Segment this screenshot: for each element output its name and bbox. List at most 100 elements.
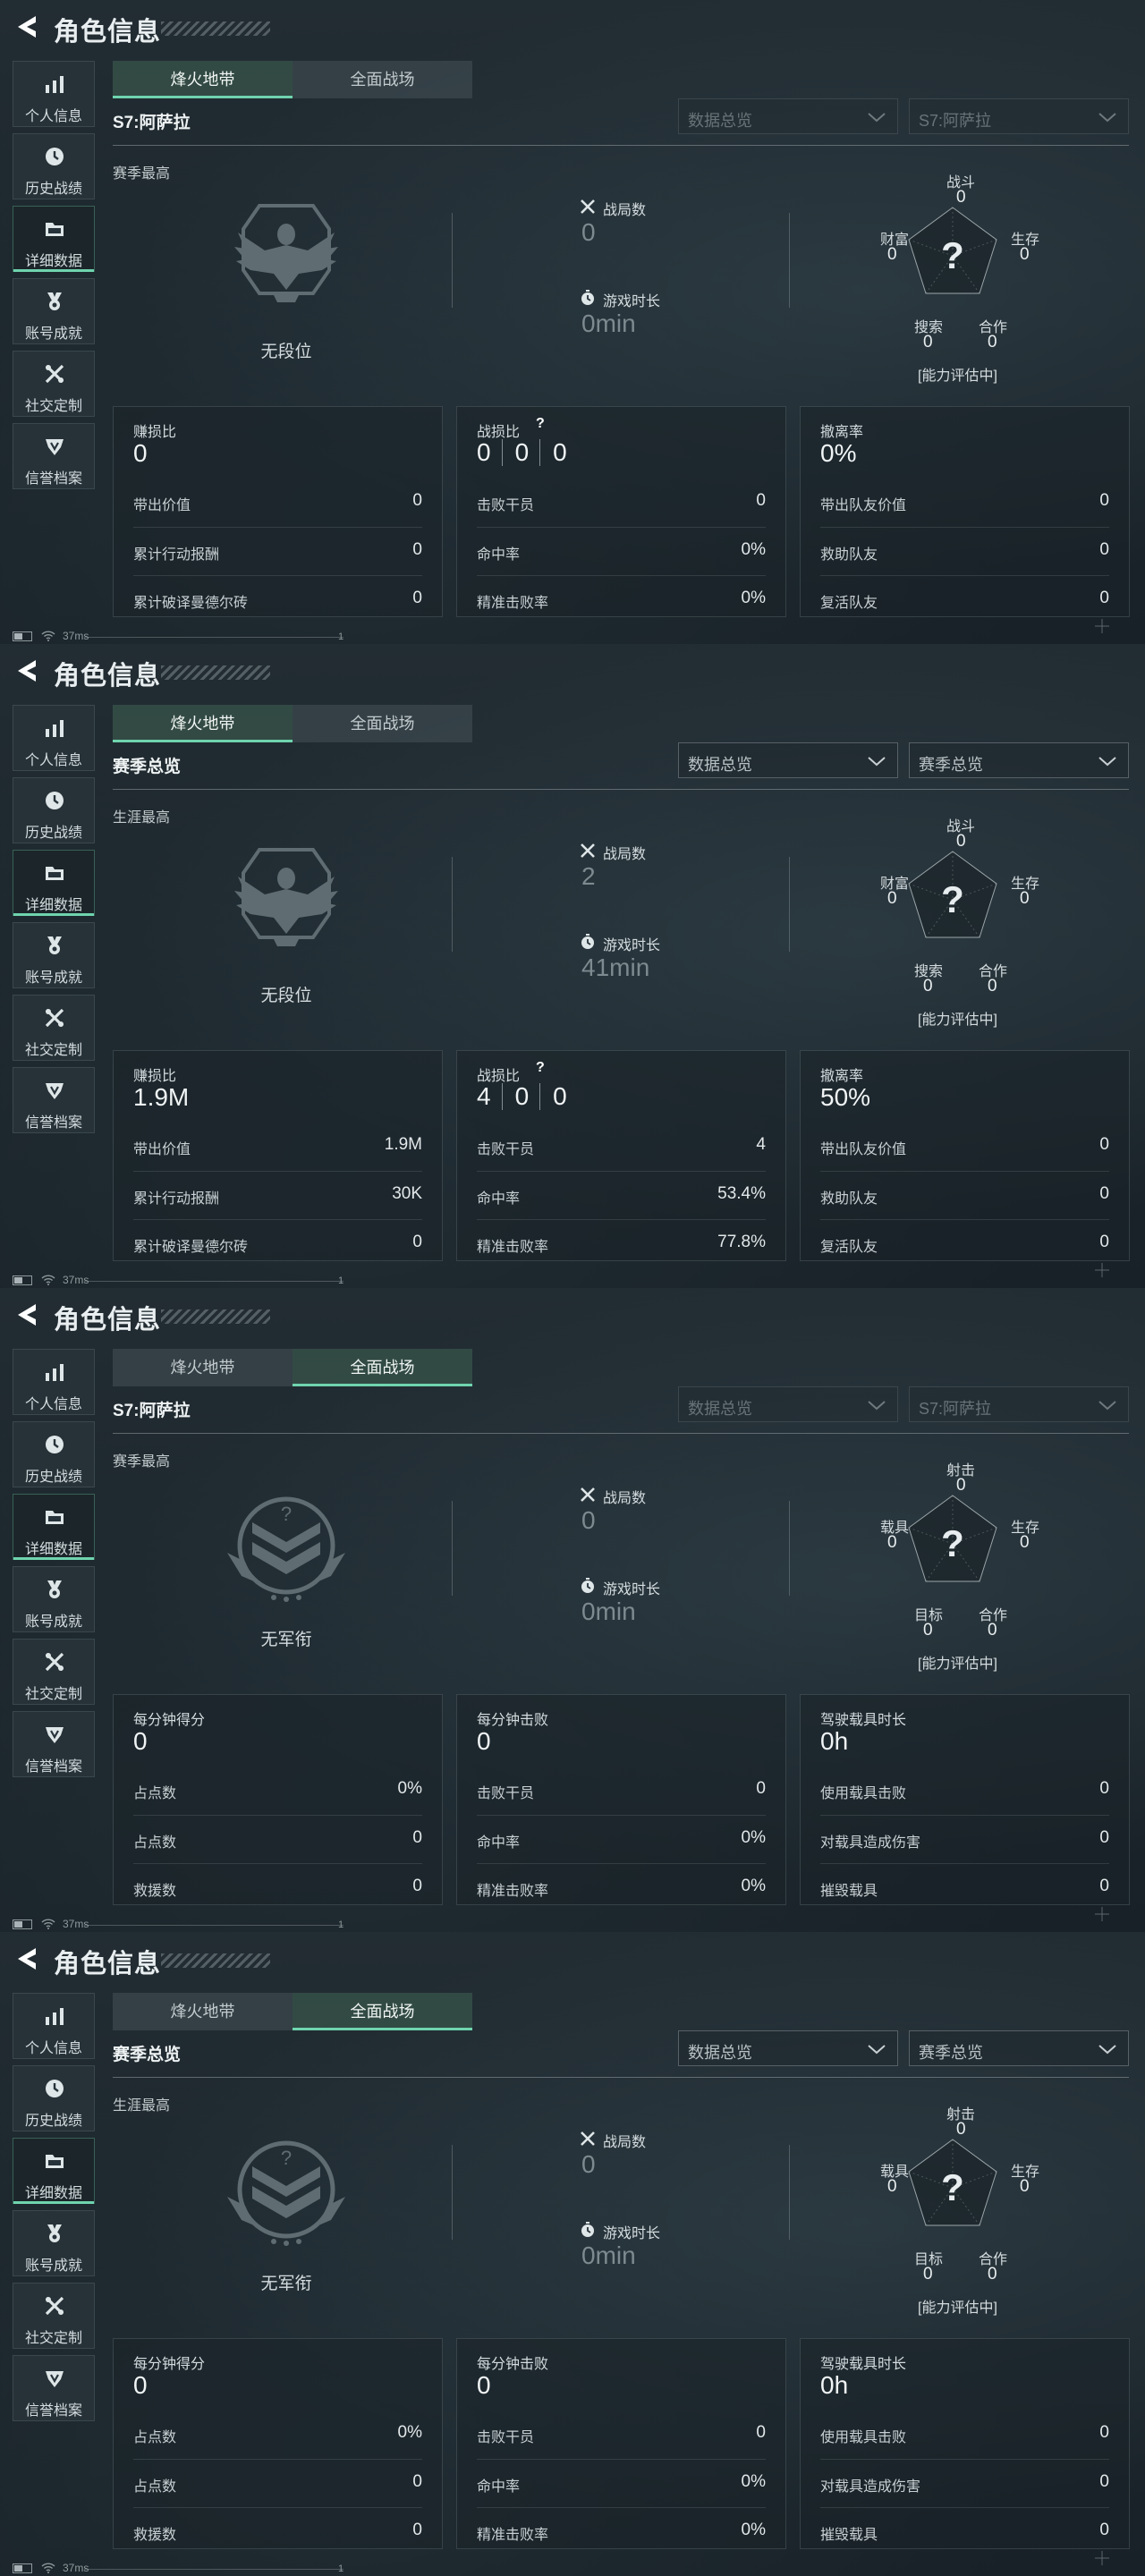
- card-title: 每分钟击败: [477, 2357, 549, 2372]
- help-icon[interactable]: ?: [536, 1060, 545, 1076]
- stat-card: 每分钟得分 0 占点数 0% 占点数 0 救援数 0: [113, 1694, 443, 1905]
- sidebar-item-4[interactable]: 社交定制: [13, 351, 95, 417]
- role-info-panel: 角色信息 个人信息 历史战绩 详细数据 账号成就 社交定制 信誉档案 烽火地带 …: [0, 1932, 1145, 2576]
- tab-1[interactable]: 全面战场: [293, 705, 472, 742]
- header: 角色信息: [0, 644, 1145, 701]
- stat-row-value: 0: [1099, 2472, 1109, 2491]
- sidebar-item-3[interactable]: 账号成就: [13, 278, 95, 344]
- chevron-down-icon: [867, 1398, 886, 1412]
- bar-chart-icon: [43, 2004, 66, 2028]
- season-select[interactable]: S7:阿萨拉: [909, 1386, 1129, 1422]
- radar-value-left: 0: [887, 245, 897, 264]
- card-main-value: 0: [133, 1727, 148, 1755]
- wifi-icon: [41, 1275, 55, 1285]
- radar-value-bottom-right: 0: [988, 977, 997, 996]
- sidebar-item-0[interactable]: 个人信息: [13, 705, 95, 771]
- folder-icon: [43, 1505, 66, 1529]
- pentagon-chart: ?: [908, 207, 997, 294]
- sidebar-item-0[interactable]: 个人信息: [13, 1993, 95, 2059]
- radar-status: [能力评估中]: [918, 2301, 997, 2316]
- sidebar-item-0[interactable]: 个人信息: [13, 61, 95, 127]
- sidebar-item-1[interactable]: 历史战绩: [13, 777, 95, 843]
- sidebar-item-3[interactable]: 账号成就: [13, 1566, 95, 1632]
- sidebar-item-4[interactable]: 社交定制: [13, 2283, 95, 2349]
- chevron-down-icon: [867, 110, 886, 124]
- data-type-select[interactable]: 数据总览: [678, 2030, 898, 2066]
- stat-row-label: 命中率: [477, 1835, 521, 1851]
- season-select[interactable]: S7:阿萨拉: [909, 98, 1129, 134]
- tab-1[interactable]: 全面战场: [293, 1993, 472, 2030]
- back-arrow-icon[interactable]: [13, 1301, 41, 1329]
- svg-text:?: ?: [941, 2166, 964, 2208]
- stat-row: 使用载具击败 0: [820, 1767, 1109, 1815]
- best-label: 赛季最高: [113, 1454, 171, 1470]
- matches-label: 战局数: [603, 203, 647, 218]
- best-label: 生涯最高: [113, 810, 171, 826]
- status-divider: [84, 1925, 344, 1926]
- ability-radar: ? 射击 0 载具 0 生存 0 目标 0 合作 0 [能力评估中]: [859, 2100, 1064, 2316]
- data-type-select[interactable]: 数据总览: [678, 98, 898, 134]
- back-arrow-icon[interactable]: [13, 13, 41, 41]
- stat-row-label: 精准击败率: [477, 2528, 549, 2543]
- data-type-select[interactable]: 数据总览: [678, 1386, 898, 1422]
- plus-icon: [1093, 1261, 1111, 1279]
- select-value: 赛季总览: [919, 2044, 983, 2062]
- sidebar-item-3[interactable]: 账号成就: [13, 2210, 95, 2276]
- data-type-select[interactable]: 数据总览: [678, 742, 898, 778]
- stopwatch-icon: [580, 934, 596, 950]
- season-select[interactable]: 赛季总览: [909, 2030, 1129, 2066]
- divider: [113, 789, 1129, 790]
- tab-1[interactable]: 全面战场: [293, 61, 472, 98]
- stat-row-label: 使用载具击败: [820, 2430, 907, 2445]
- tab-1[interactable]: 全面战场: [293, 1349, 472, 1386]
- stat-row: 占点数 0%: [133, 1767, 422, 1815]
- tab-0[interactable]: 烽火地带: [113, 1993, 293, 2030]
- eagle-rank-emblem-icon: [215, 199, 358, 324]
- radar-status: [能力评估中]: [918, 369, 997, 384]
- sidebar-item-2[interactable]: 详细数据: [13, 206, 95, 272]
- card-title: 撤离率: [820, 1069, 864, 1084]
- sidebar: 个人信息 历史战绩 详细数据 账号成就 社交定制 信誉档案: [13, 1349, 95, 1784]
- sidebar-item-3[interactable]: 账号成就: [13, 922, 95, 988]
- header: 角色信息: [0, 1288, 1145, 1345]
- sidebar-item-label: 详细数据: [24, 254, 82, 269]
- chevron-down-icon: [1098, 2042, 1117, 2056]
- sidebar-item-2[interactable]: 详细数据: [13, 1494, 95, 1560]
- sidebar-item-2[interactable]: 详细数据: [13, 2138, 95, 2204]
- sidebar-item-1[interactable]: 历史战绩: [13, 1421, 95, 1487]
- chevron-down-icon: [1098, 110, 1117, 124]
- tab-0[interactable]: 烽火地带: [113, 705, 293, 742]
- card-title: 每分钟击败: [477, 1713, 549, 1728]
- matches-value: 2: [581, 862, 596, 890]
- sidebar-item-5[interactable]: 信誉档案: [13, 1067, 95, 1133]
- tab-0[interactable]: 烽火地带: [113, 1349, 293, 1386]
- sidebar: 个人信息 历史战绩 详细数据 账号成就 社交定制 信誉档案: [13, 1993, 95, 2428]
- divider: [113, 145, 1129, 146]
- back-arrow-icon[interactable]: [13, 657, 41, 685]
- sidebar-item-5[interactable]: 信誉档案: [13, 423, 95, 489]
- sidebar-item-2[interactable]: 详细数据: [13, 850, 95, 916]
- sidebar-item-4[interactable]: 社交定制: [13, 995, 95, 1061]
- clock-icon: [43, 2077, 66, 2100]
- help-icon[interactable]: ?: [536, 416, 545, 432]
- stat-row: 命中率 0%: [477, 527, 766, 575]
- sidebar-item-1[interactable]: 历史战绩: [13, 133, 95, 199]
- sidebar-item-0[interactable]: 个人信息: [13, 1349, 95, 1415]
- season-select[interactable]: 赛季总览: [909, 742, 1129, 778]
- divider: [452, 1501, 453, 1596]
- stat-row-value: 0: [1099, 1233, 1109, 1251]
- stat-row-value: 0: [412, 1828, 422, 1847]
- card-main-value: 0h: [820, 1727, 849, 1755]
- radar-value-bottom-right: 0: [988, 2265, 997, 2284]
- header-decoration: [161, 665, 270, 680]
- playtime-value: 0min: [581, 2241, 636, 2269]
- sidebar-item-4[interactable]: 社交定制: [13, 1639, 95, 1705]
- sidebar-item-label: 详细数据: [24, 1542, 82, 1557]
- sidebar-item-1[interactable]: 历史战绩: [13, 2065, 95, 2131]
- sidebar-item-5[interactable]: 信誉档案: [13, 2355, 95, 2421]
- stat-row: 摧毁载具 0: [820, 1863, 1109, 1911]
- tab-0[interactable]: 烽火地带: [113, 61, 293, 98]
- status-bar: 37ms: [13, 1274, 89, 1286]
- back-arrow-icon[interactable]: [13, 1945, 41, 1973]
- sidebar-item-5[interactable]: 信誉档案: [13, 1711, 95, 1777]
